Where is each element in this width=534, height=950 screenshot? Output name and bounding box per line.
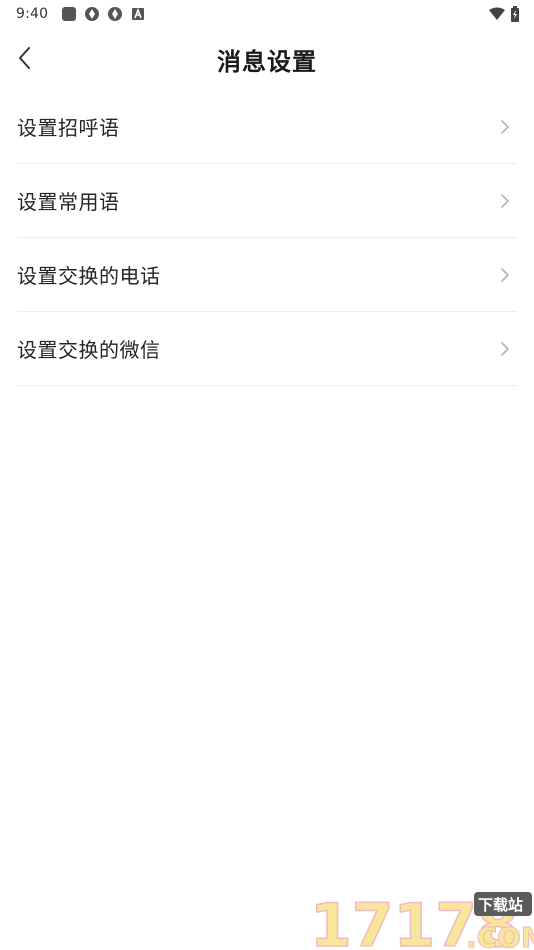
chevron-right-icon (501, 341, 509, 356)
status-right (488, 6, 520, 22)
setting-greeting-item[interactable]: 设置招呼语 (17, 90, 517, 164)
font-a-icon (132, 7, 145, 20)
aperture-icon (85, 7, 100, 21)
chevron-left-icon (19, 47, 30, 69)
back-button[interactable] (10, 44, 38, 72)
chevron-right-icon (501, 267, 509, 282)
setting-common-phrases-label: 设置常用语 (17, 190, 120, 214)
app-screen: 9:40 消息设置 设置招呼语 设置常用语 设置交换的电话 设置交换的微信 17… (0, 0, 534, 950)
setting-exchange-phone-label: 设置交换的电话 (17, 264, 161, 288)
wifi-icon (489, 7, 505, 20)
watermark-badge: 下载站 (478, 896, 523, 914)
page-title: 消息设置 (217, 47, 317, 76)
chevron-right-icon (501, 193, 509, 208)
battery-charging-icon (511, 6, 519, 22)
square-app-icon (62, 7, 77, 21)
setting-greeting-label: 设置招呼语 (17, 116, 120, 140)
aperture-icon (108, 7, 123, 21)
status-bar: 9:40 (0, 0, 534, 28)
setting-exchange-wechat-label: 设置交换的微信 (17, 338, 161, 362)
status-time: 9:40 (16, 6, 49, 22)
navigation-header: 消息设置 (0, 28, 534, 90)
setting-exchange-phone-item[interactable]: 设置交换的电话 (17, 238, 517, 312)
watermark-domain: .COM (466, 921, 534, 950)
chevron-right-icon (501, 119, 509, 134)
status-left: 9:40 (16, 6, 146, 22)
setting-common-phrases-item[interactable]: 设置常用语 (17, 164, 517, 238)
watermark-logo: 17178 下载站 .COM (309, 890, 534, 950)
settings-list: 设置招呼语 设置常用语 设置交换的电话 设置交换的微信 (17, 90, 517, 386)
setting-exchange-wechat-item[interactable]: 设置交换的微信 (17, 312, 517, 386)
